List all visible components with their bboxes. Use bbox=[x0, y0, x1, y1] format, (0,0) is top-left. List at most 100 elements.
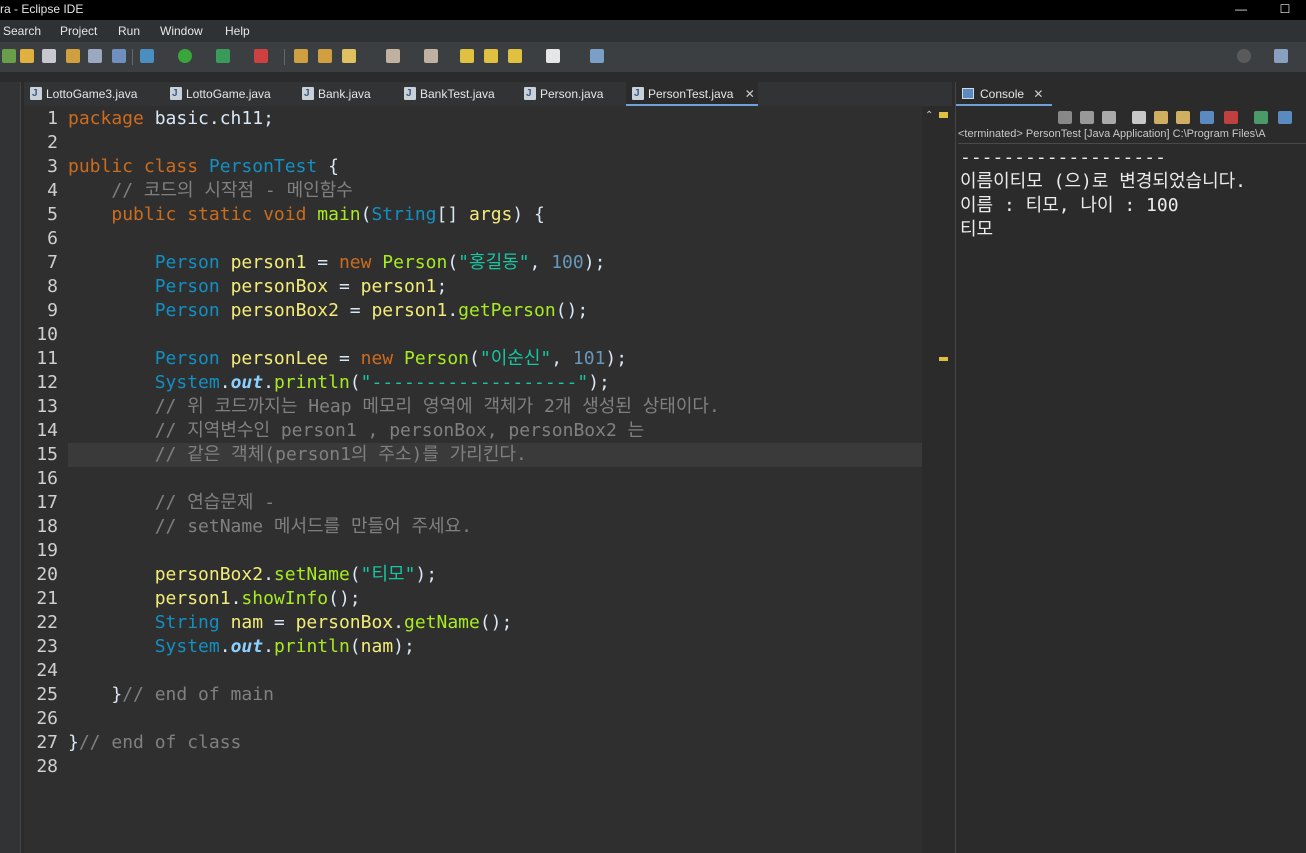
edit-icon[interactable] bbox=[20, 49, 34, 63]
mark-icon[interactable] bbox=[342, 49, 356, 63]
scroll-up-icon[interactable]: ⌃ bbox=[925, 110, 933, 121]
clear-console-icon[interactable] bbox=[1132, 111, 1146, 124]
code-line[interactable]: // 같은 객체(person1의 주소)를 가리킨다. bbox=[68, 443, 922, 467]
code-line[interactable]: // 코드의 시작점 - 메인함수 bbox=[68, 179, 922, 203]
code-line[interactable]: person1.showInfo(); bbox=[68, 587, 922, 611]
editor-scrollbar[interactable]: ⌃ bbox=[922, 106, 936, 853]
code-token: = bbox=[328, 348, 361, 369]
code-line[interactable]: Person person1 = new Person("홍길동", 100); bbox=[68, 251, 922, 275]
perspective-icon[interactable] bbox=[590, 49, 604, 63]
code-token: String bbox=[371, 204, 437, 225]
code-line[interactable]: }// end of main bbox=[68, 683, 922, 707]
last-edit-icon[interactable] bbox=[460, 49, 474, 63]
warning-marker[interactable] bbox=[939, 112, 948, 118]
menu-window[interactable]: Window bbox=[160, 24, 203, 38]
code-line[interactable]: Person personBox2 = person1.getPerson(); bbox=[68, 299, 922, 323]
pin-console-icon[interactable] bbox=[1254, 111, 1268, 124]
forward-edit-icon[interactable] bbox=[484, 49, 498, 63]
tab-person[interactable]: Person.java bbox=[518, 82, 626, 106]
open-type-icon[interactable] bbox=[294, 49, 308, 63]
code-line[interactable]: // setName 메서드를 만들어 주세요. bbox=[68, 515, 922, 539]
open-resource-icon[interactable] bbox=[318, 49, 332, 63]
next-annotation-icon[interactable] bbox=[386, 49, 400, 63]
console-output[interactable]: ------------------- 이름이티모 (으)로 변경되었습니다. … bbox=[960, 146, 1305, 242]
code-token: String bbox=[154, 612, 231, 633]
code-line[interactable]: System.out.println("-------------------"… bbox=[68, 371, 922, 395]
code-token: . bbox=[263, 372, 274, 393]
code-line[interactable]: }// end of class bbox=[68, 731, 922, 755]
line-number: 28 bbox=[36, 756, 58, 777]
coverage-icon[interactable] bbox=[216, 49, 230, 63]
external-tools-icon[interactable] bbox=[254, 49, 268, 63]
scroll-lock-icon[interactable] bbox=[1154, 111, 1168, 124]
tab-bank[interactable]: Bank.java bbox=[296, 82, 398, 106]
menu-project[interactable]: Project bbox=[60, 24, 97, 38]
code-line[interactable]: System.out.println(nam); bbox=[68, 635, 922, 659]
display-console-icon[interactable] bbox=[1278, 111, 1292, 124]
code-line[interactable]: String nam = personBox.getName(); bbox=[68, 611, 922, 635]
run-icon[interactable] bbox=[178, 49, 192, 63]
code-line[interactable]: Person personBox = person1; bbox=[68, 275, 922, 299]
remove-all-icon[interactable] bbox=[1102, 111, 1116, 124]
tab-persontest[interactable]: PersonTest.java ✕ bbox=[626, 82, 758, 106]
show-on-stderr-icon[interactable] bbox=[1224, 111, 1238, 124]
code-token: personBox bbox=[295, 612, 394, 633]
folder-icon[interactable] bbox=[66, 49, 80, 63]
code-line[interactable] bbox=[68, 323, 922, 347]
code-area[interactable]: package basic.ch11; public class PersonTe… bbox=[68, 106, 922, 853]
maximize-button[interactable]: ☐ bbox=[1262, 0, 1306, 20]
code-token: main bbox=[317, 204, 361, 225]
java-file-icon bbox=[170, 87, 182, 100]
line-number: 21 bbox=[36, 588, 58, 609]
prev-annotation-icon[interactable] bbox=[424, 49, 438, 63]
code-token: getPerson bbox=[458, 300, 556, 321]
forward-icon[interactable] bbox=[546, 49, 560, 63]
code-line[interactable]: Person personLee = new Person("이순신", 101… bbox=[68, 347, 922, 371]
menu-search[interactable]: Search bbox=[3, 24, 41, 38]
search-icon[interactable] bbox=[1237, 49, 1251, 63]
pilcrow-icon[interactable] bbox=[112, 49, 126, 63]
table-icon[interactable] bbox=[88, 49, 102, 63]
code-line[interactable] bbox=[68, 707, 922, 731]
remove-launch-icon[interactable] bbox=[1080, 111, 1094, 124]
word-wrap-icon[interactable] bbox=[1176, 111, 1190, 124]
tab-console[interactable]: Console ✕ bbox=[956, 82, 1052, 106]
line-number: 2 bbox=[47, 132, 58, 153]
terminate-icon[interactable] bbox=[1058, 111, 1072, 124]
open-perspective-icon[interactable] bbox=[1274, 49, 1288, 63]
code-line[interactable] bbox=[68, 755, 922, 779]
show-on-stdout-icon[interactable] bbox=[1200, 111, 1214, 124]
bug-icon[interactable] bbox=[42, 49, 56, 63]
code-line[interactable] bbox=[68, 227, 922, 251]
code-token: [] bbox=[436, 204, 470, 225]
tab-banktest[interactable]: BankTest.java bbox=[398, 82, 518, 106]
tab-label: Bank.java bbox=[318, 87, 371, 101]
code-line[interactable] bbox=[68, 467, 922, 491]
new-icon[interactable] bbox=[2, 49, 16, 63]
close-icon[interactable]: ✕ bbox=[1033, 87, 1043, 101]
code-line[interactable] bbox=[68, 131, 922, 155]
menu-help[interactable]: Help bbox=[225, 24, 250, 38]
debug-icon[interactable] bbox=[140, 49, 154, 63]
tab-lottogame[interactable]: LottoGame.java bbox=[164, 82, 296, 106]
code-line[interactable] bbox=[68, 539, 922, 563]
minimize-button[interactable]: — bbox=[1218, 0, 1264, 20]
tab-lottogame3[interactable]: LottoGame3.java bbox=[24, 82, 164, 106]
code-line[interactable]: public static void main(String[] args) { bbox=[68, 203, 922, 227]
close-icon[interactable]: ✕ bbox=[745, 82, 755, 106]
code-line[interactable] bbox=[68, 659, 922, 683]
back-icon[interactable] bbox=[508, 49, 522, 63]
code-token: 100 bbox=[551, 252, 584, 273]
menu-run[interactable]: Run bbox=[118, 24, 140, 38]
warning-marker[interactable] bbox=[939, 357, 948, 361]
code-line[interactable]: // 연습문제 - bbox=[68, 491, 922, 515]
code-line[interactable]: // 위 코드까지는 Heap 메모리 영역에 객체가 2개 생성된 상태이다. bbox=[68, 395, 922, 419]
line-number: 12 bbox=[36, 372, 58, 393]
code-token: // 같은 객체(person1의 주소)를 가리킨다. bbox=[154, 444, 527, 465]
code-line[interactable]: package basic.ch11; bbox=[68, 107, 922, 131]
code-line[interactable]: // 지역변수인 person1 , personBox, personBox2… bbox=[68, 419, 922, 443]
code-token: person1 bbox=[230, 252, 307, 273]
code-line[interactable]: personBox2.setName("티모"); bbox=[68, 563, 922, 587]
code-editor[interactable]: 1 2 3 4 5 6 7 8 9 10 11 12 13 14 15 16 17 18 19 20 21 22 23 24 2… bbox=[24, 106, 922, 853]
code-line[interactable]: public class PersonTest { bbox=[68, 155, 922, 179]
